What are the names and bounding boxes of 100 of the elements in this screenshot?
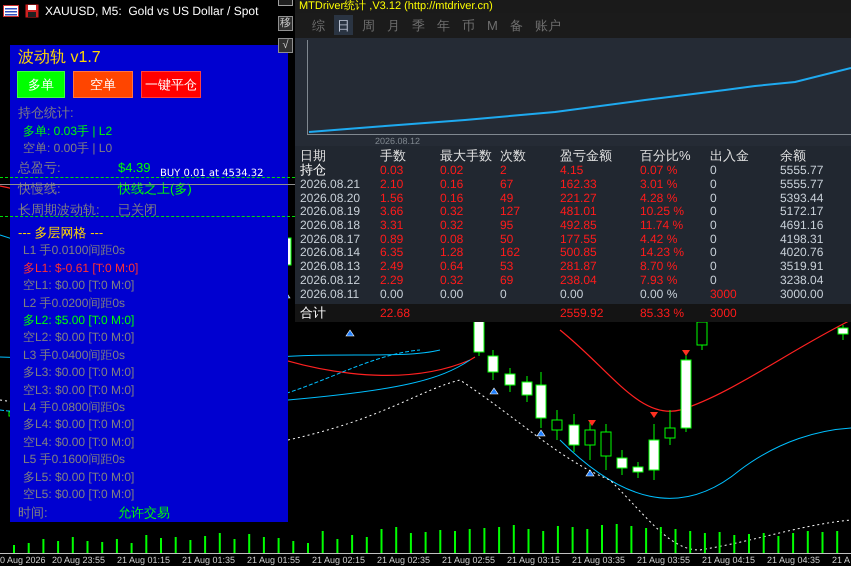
table-cell: 持仓 — [300, 163, 326, 178]
table-cell: 4.42 % — [640, 232, 678, 246]
candlestick — [838, 324, 848, 340]
volume-bar — [556, 526, 559, 553]
table-cell: 0 — [710, 204, 717, 218]
status-text: 多L1: $-0.61 [T:0 M:0] — [23, 260, 138, 277]
volume-bar — [704, 533, 706, 553]
table-cell: 8.70 % — [640, 259, 678, 274]
table-cell: 50 — [500, 232, 514, 246]
time-axis-label: 20 Aug 23:55 — [52, 554, 106, 566]
table-cell: 3000 — [710, 286, 737, 301]
volume-bar — [439, 530, 442, 553]
side-button[interactable]: 移 — [278, 16, 293, 31]
table-cell: 0 — [710, 259, 717, 274]
volume-bar — [366, 537, 368, 553]
volume-bar — [689, 531, 692, 553]
table-cell: 2.29 — [380, 272, 404, 287]
table-cell: 0.32 — [440, 204, 464, 218]
table-cell: 0 — [710, 232, 717, 246]
period-tab[interactable]: 备 — [506, 15, 526, 36]
volume-bar — [733, 535, 736, 553]
candlestick — [648, 424, 660, 480]
period-tab[interactable]: 日 — [334, 15, 353, 36]
candlestick — [584, 420, 596, 460]
status-text: 空L4: $0.00 [T:0 M:0] — [23, 434, 134, 451]
stats-window-title: MTDriver统计 ,V3.12 (http://mtdriver.cn) — [299, 0, 493, 13]
volume-bar — [145, 535, 148, 553]
candlestick — [536, 372, 546, 428]
table-cell: 4020.76 — [780, 245, 824, 260]
candlestick — [488, 350, 498, 380]
volume-bar — [130, 543, 133, 553]
column-header: 出入金 — [710, 149, 749, 164]
time-axis-label: 21 Aug 02:55 — [442, 554, 496, 566]
status-text: L4 手0.0800间距0s — [23, 399, 126, 416]
time-axis-label: 21 Aug 01:35 — [182, 554, 236, 566]
status-label: 总盈亏: — [18, 158, 62, 177]
table-cell: 2026.08.13 — [300, 259, 360, 274]
status-text: 多L2: $5.00 [T:0 M:0] — [23, 312, 134, 330]
status-value: 允许交易 — [118, 504, 170, 522]
time-axis-label: 21 Aug 03:55 — [637, 554, 692, 566]
period-tab[interactable]: 周 — [359, 15, 378, 36]
volume-bar — [72, 537, 74, 553]
table-cell: 0.00 — [440, 286, 464, 301]
order-button[interactable]: 空单 — [73, 71, 133, 98]
volume-bar — [718, 532, 721, 553]
volume-bar — [395, 527, 398, 553]
table-cell: 6.35 — [380, 245, 404, 260]
table-cell: 53 — [500, 259, 514, 274]
candlestick — [568, 414, 580, 452]
table-cell: 7.93 % — [640, 272, 678, 287]
table-cell: 0.16 — [440, 190, 464, 205]
table-cell: 162 — [500, 245, 520, 260]
period-tab[interactable]: 账户 — [532, 15, 564, 36]
table-cell: 14.23 % — [640, 245, 684, 260]
table-cell: 0.02 — [440, 163, 464, 178]
table-cell: 0.00 — [560, 286, 584, 301]
volume-bar — [645, 528, 648, 553]
table-cell: 0.08 — [440, 232, 464, 246]
chart-date-label: 2026.08.12 — [375, 136, 420, 146]
candlestick — [600, 424, 612, 470]
volume-bar — [278, 538, 280, 553]
table-cell: 2026.08.20 — [300, 190, 360, 205]
volume-bar — [57, 541, 60, 553]
table-cell: 3000.00 — [780, 286, 824, 301]
side-button[interactable]: √ — [278, 38, 293, 53]
column-header: 次数 — [500, 149, 526, 164]
candlestick — [504, 368, 516, 392]
order-button[interactable]: 一键平仓 — [141, 71, 201, 98]
table-cell: 49 — [500, 190, 514, 205]
volume-bar — [483, 528, 486, 553]
volume-bar — [777, 536, 780, 553]
period-tab[interactable]: 综 — [309, 15, 328, 36]
table-cell: 4691.16 — [780, 218, 824, 232]
volume-bar — [101, 542, 104, 553]
column-header: 百分比% — [640, 149, 691, 164]
table-cell: 162.33 — [560, 176, 597, 191]
table-cell: 0 — [710, 190, 717, 205]
time-axis-label: 21 A — [832, 554, 850, 566]
status-text: L3 手0.0400间距0s — [23, 346, 126, 364]
period-tab[interactable]: 月 — [384, 15, 403, 36]
period-tab[interactable]: 币 — [459, 15, 478, 36]
table-cell: 11.74 % — [640, 218, 684, 232]
status-label: 时间: — [18, 504, 49, 522]
table-cell: 2026.08.11 — [300, 286, 360, 301]
table-cell: 500.85 — [560, 245, 597, 260]
grid-window-icon[interactable] — [3, 5, 19, 17]
table-cell: 3.66 — [380, 204, 404, 218]
table-cell: 221.27 — [560, 190, 597, 205]
table-cell: 67 — [500, 176, 514, 191]
candlestick — [522, 376, 532, 402]
candlestick — [632, 462, 644, 478]
column-header: 日期 — [300, 149, 326, 164]
period-tab[interactable]: 年 — [434, 15, 453, 36]
period-tab[interactable]: M — [484, 15, 501, 36]
table-cell: 281.87 — [560, 259, 597, 274]
volume-bar — [292, 541, 294, 553]
volume-bar — [806, 531, 809, 553]
period-tab[interactable]: 季 — [409, 15, 428, 36]
table-cell: 1.56 — [380, 190, 404, 205]
table-cell: 2026.08.19 — [300, 204, 360, 218]
